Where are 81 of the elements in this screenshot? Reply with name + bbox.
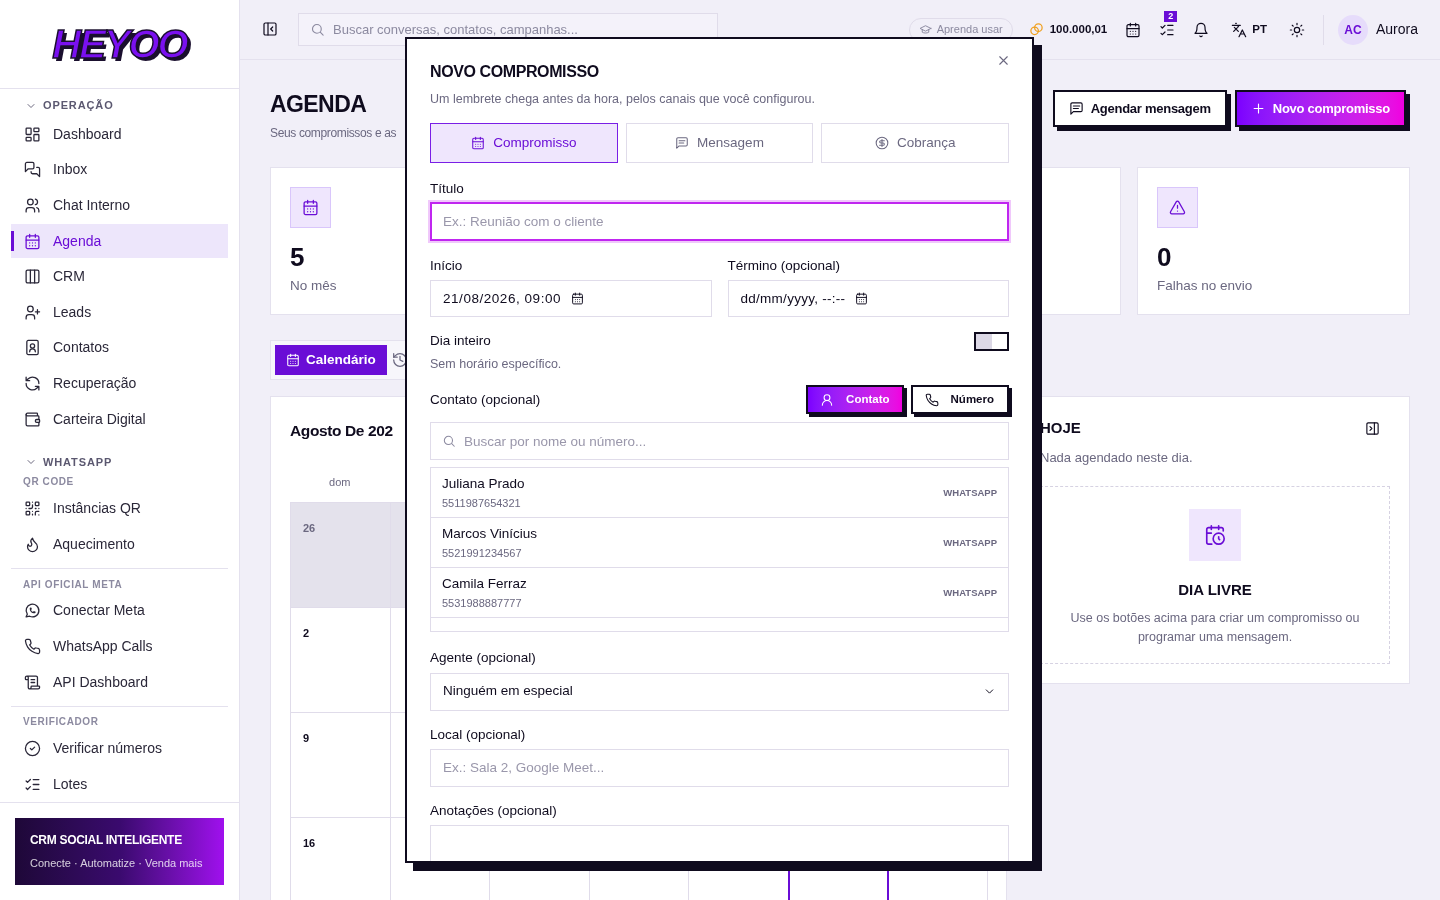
modal-subtitle: Um lembrete chega antes da hora, pelos canais que você configurou. (430, 91, 816, 108)
group-label: API OFICIAL META (22, 577, 124, 592)
sidebar-item[interactable]: Carteira Digital (11, 402, 228, 437)
balance-amount: 100.000,01 (1049, 21, 1108, 37)
sidebar-item[interactable]: Dashboard (11, 117, 228, 152)
contact-row[interactable]: Marcos Vinícius 5521991234567 WHATSAPP (431, 518, 1008, 569)
sidebar-item[interactable]: API Dashboard (11, 665, 228, 699)
contact-row[interactable]: Camila Ferraz 5531988887777 WHATSAPP (431, 568, 1008, 619)
sidebar-item[interactable]: CRM (11, 259, 228, 294)
day-number: 16 (303, 837, 316, 849)
contact-name: Camila Ferraz (442, 575, 527, 594)
sidebar-item[interactable]: Conectar Meta (11, 593, 228, 628)
contact-number: 5531988887777 (442, 595, 523, 611)
logo: HEYOO (52, 23, 187, 64)
sidebar-item[interactable]: Contatos (11, 330, 228, 365)
channel-label: WHATSAPP (943, 485, 997, 500)
sidebar-item[interactable]: Verificar números (11, 731, 228, 766)
day-number: 2 (303, 627, 310, 639)
stat-label: No mês (290, 277, 337, 295)
contact-number: 5511987654321 (442, 495, 522, 511)
sidebar-item[interactable]: Leads (11, 295, 228, 330)
contact-mode-button[interactable]: Número (910, 385, 1009, 415)
empty-title: DIA LIVRE (1178, 580, 1252, 600)
location-field[interactable]: Ex.: Sala 2, Google Meet... (430, 748, 1009, 787)
sidebar-item[interactable]: Chat Interno (11, 188, 228, 223)
field-label: Título (430, 179, 465, 198)
user-name: Aurora (1375, 20, 1418, 39)
group-label: QR CODE (22, 475, 75, 490)
sidebar-item[interactable]: Recuperação (11, 366, 228, 401)
field-label: Contato (opcional) (430, 390, 541, 409)
section-header[interactable]: WHATSAPP (11, 450, 228, 473)
empty-text: Use os botões acima para criar um compromisso ou programar uma mensagem. (1069, 609, 1361, 646)
field-label: Agente (opcional) (430, 649, 537, 668)
contact-name: Marcos Vinícius (442, 525, 538, 544)
channel-label: WHATSAPP (943, 585, 997, 600)
stat-value: 0 (1157, 242, 1172, 272)
group-label: VERIFICADOR (22, 715, 100, 730)
end-date-field[interactable]: dd/mm/yyyy, --:-- (727, 280, 1009, 318)
type-tab[interactable]: Compromisso (430, 122, 618, 163)
promo-title: CRM SOCIAL INTELIGENTE (30, 832, 183, 850)
contact-name: Juliana Prado (442, 475, 525, 494)
page-title: AGENDA (270, 90, 368, 118)
type-tab[interactable]: Cobrança (821, 122, 1009, 163)
view-tab[interactable]: Calendário (275, 345, 387, 375)
calendar-day-cell[interactable]: 26 (291, 503, 391, 608)
section-header[interactable]: OPERAÇÃO (11, 94, 228, 117)
sidebar-item[interactable]: Lotes (11, 767, 228, 802)
stat-value: 5 (290, 242, 305, 272)
calendar-day-cell[interactable]: 2 (291, 608, 391, 713)
notification-badge: 2 (1164, 10, 1178, 22)
field-label: Início (430, 257, 464, 275)
contact-row[interactable]: Juliana Prado 5511987654321 WHATSAPP (431, 468, 1008, 519)
sidebar-item[interactable]: WhatsApp Calls (11, 629, 228, 664)
page-subtitle: Seus compromissos e as (270, 125, 397, 142)
stat-label: Falhas no envio (1157, 277, 1253, 295)
language-button[interactable]: PT (1231, 20, 1267, 39)
sidebar-item[interactable]: Inbox (11, 152, 228, 187)
contact-mode-button[interactable]: Contato (806, 385, 904, 415)
day-number: 26 (303, 522, 316, 534)
avatar[interactable]: AC (1337, 14, 1368, 45)
channel-label: WHATSAPP (943, 535, 997, 550)
title-field[interactable]: Ex.: Reunião com o cliente (430, 202, 1009, 241)
weekday-label: dom (329, 475, 351, 490)
type-tab[interactable]: Mensagem (625, 122, 814, 163)
sidebar-item[interactable]: Agenda (11, 224, 228, 259)
contact-search-field[interactable]: Buscar por nome ou número... (430, 422, 1009, 461)
modal-title: NOVO COMPROMISSO (430, 62, 599, 82)
start-date-field[interactable]: 21/08/2026, 09:00 (430, 280, 712, 318)
field-label: Anotações (opcional) (430, 801, 558, 820)
field-label: Local (opcional) (430, 725, 527, 744)
sidebar-item[interactable]: Aquecimento (11, 527, 228, 562)
promo-subtitle: Conecte · Automatize · Venda mais (30, 856, 204, 872)
day-number: 9 (303, 732, 310, 744)
toggle-label: Dia inteiro (430, 332, 492, 351)
calendar-day-cell[interactable]: 9 (291, 713, 391, 818)
field-label: Término (opcional) (727, 257, 842, 275)
toggle-hint: Sem horário específico. (430, 355, 562, 373)
calendar-title: Agosto De 202 (290, 421, 393, 439)
agent-select[interactable]: Ninguém em especial (430, 672, 1009, 711)
contact-number: 5521991234567 (442, 545, 523, 561)
sidebar-item[interactable]: Instâncias QR (11, 491, 228, 526)
